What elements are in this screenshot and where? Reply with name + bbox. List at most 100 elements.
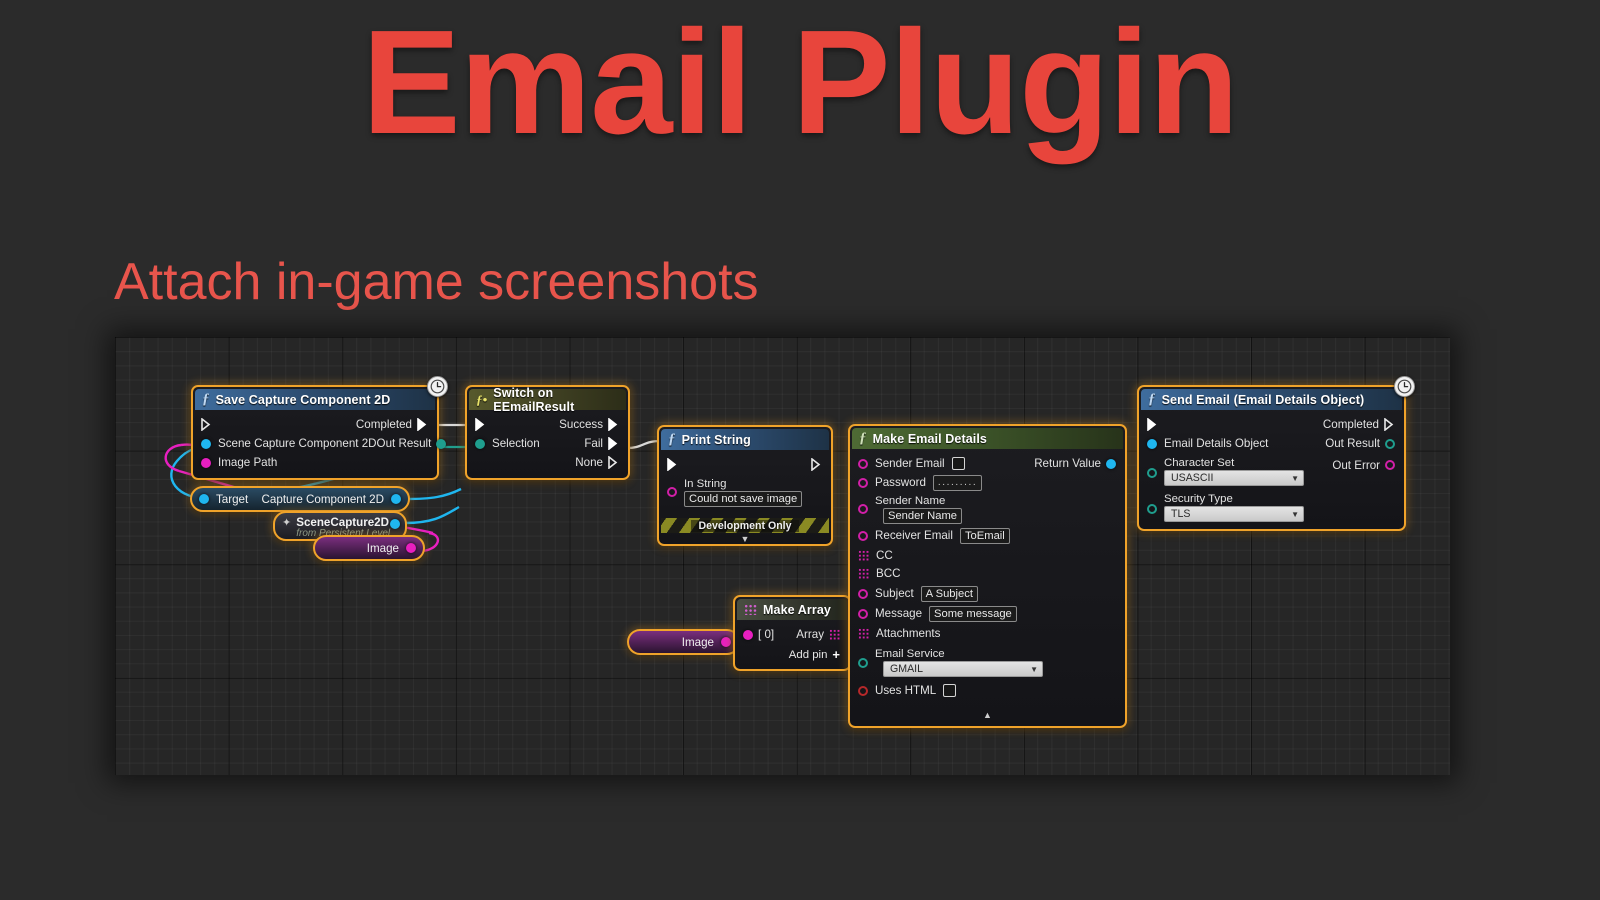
collapse-arrow-icon[interactable]: ▼ xyxy=(659,533,831,544)
string-pin-icon[interactable] xyxy=(201,457,211,468)
enum-pin-icon[interactable] xyxy=(858,658,868,668)
node-save-capture-component-2d[interactable]: ƒ Save Capture Component 2D Completed Sc… xyxy=(191,376,448,480)
pin-row[interactable]: CC xyxy=(850,545,1125,564)
character-set-dropdown[interactable]: USASCII ▼ xyxy=(1164,470,1304,486)
pin-row[interactable]: [ 0] Array xyxy=(735,625,849,644)
string-pin-icon[interactable] xyxy=(858,504,868,514)
object-pin-icon[interactable] xyxy=(199,494,209,504)
enum-pin-icon[interactable] xyxy=(436,438,447,449)
pin-row[interactable]: Character Set USASCII ▼ Out Error xyxy=(1139,453,1404,487)
enum-pin-icon[interactable] xyxy=(1385,438,1395,449)
sender-name-input[interactable]: Sender Name xyxy=(883,508,963,524)
add-pin-row[interactable]: Add pin + xyxy=(735,644,849,663)
pin-row[interactable]: Email Details Object Out Result xyxy=(1139,434,1404,453)
bool-pin-icon[interactable] xyxy=(858,685,868,696)
uses-html-checkbox[interactable] xyxy=(943,684,957,698)
object-pin-icon[interactable] xyxy=(1147,438,1157,449)
pin-row[interactable]: Sender Name Sender Name xyxy=(850,492,1125,525)
sender-email-checkbox[interactable] xyxy=(951,457,965,470)
pin-row[interactable]: Completed xyxy=(1139,415,1404,434)
pin-row[interactable]: Scene Capture Component 2D Out Result xyxy=(193,434,447,453)
knot-target-capture-component-2d[interactable]: Target Capture Component 2D xyxy=(190,486,410,512)
pin-row[interactable]: Image Path xyxy=(193,453,437,472)
pin-row[interactable]: Email Service GMAIL ▼ xyxy=(850,642,1125,678)
node-header: Make Array xyxy=(737,599,847,620)
knot-image-right[interactable]: Image xyxy=(627,629,740,655)
security-type-value: TLS xyxy=(1171,508,1191,520)
exec-out-icon[interactable] xyxy=(1384,418,1395,431)
node-send-email[interactable]: ƒ Send Email (Email Details Object) Comp… xyxy=(1137,376,1415,531)
plus-icon[interactable]: + xyxy=(832,647,840,662)
pin-row[interactable]: Uses HTML xyxy=(850,678,1125,698)
string-pin-icon[interactable] xyxy=(1385,460,1395,470)
exec-in-icon[interactable] xyxy=(1147,418,1158,431)
string-pin-icon[interactable] xyxy=(858,477,868,488)
pin-label-array: Array xyxy=(796,627,824,641)
exec-out-icon[interactable] xyxy=(608,456,619,469)
function-icon: ƒ xyxy=(859,430,867,446)
object-pin-icon[interactable] xyxy=(391,494,401,504)
chevron-down-icon: ▼ xyxy=(1291,473,1299,483)
array-pin-icon[interactable] xyxy=(858,628,869,639)
enum-pin-icon[interactable] xyxy=(1147,504,1157,514)
exec-in-icon[interactable] xyxy=(667,458,678,471)
enum-pin-icon[interactable] xyxy=(475,438,485,449)
security-type-dropdown[interactable]: TLS ▼ xyxy=(1164,506,1304,522)
pin-row[interactable]: Message Some message xyxy=(850,603,1125,623)
pin-row[interactable]: None xyxy=(467,453,628,472)
string-pin-icon[interactable] xyxy=(743,629,753,640)
receiver-email-input[interactable]: ToEmail xyxy=(959,528,1010,544)
string-pin-icon[interactable] xyxy=(406,543,416,553)
pin-row[interactable]: Receiver Email ToEmail xyxy=(850,525,1125,545)
pin-row[interactable]: BCC xyxy=(850,564,1125,583)
array-element-label: [ 0] xyxy=(758,627,775,641)
string-pin-icon[interactable] xyxy=(721,637,731,647)
pin-label-out-error: Out Error xyxy=(1332,459,1380,472)
pin-label-message: Message xyxy=(875,607,923,621)
pin-row[interactable]: Subject A Subject xyxy=(850,583,1125,603)
pin-row[interactable] xyxy=(659,455,831,474)
pin-row[interactable]: Success xyxy=(467,415,628,434)
node-make-email-details[interactable]: ƒ Make Email Details Sender Email Return… xyxy=(848,424,1127,729)
string-pin-icon[interactable] xyxy=(858,589,868,599)
object-pin-icon[interactable] xyxy=(390,519,401,529)
node-switch-on-eemailresult[interactable]: ƒ• Switch on EEmailResult Success Select… xyxy=(465,385,630,480)
pin-label-image-path: Image Path xyxy=(218,455,278,469)
enum-pin-icon[interactable] xyxy=(1147,468,1157,478)
string-pin-icon[interactable] xyxy=(858,609,868,619)
object-pin-icon[interactable] xyxy=(201,438,211,449)
pin-row[interactable]: Password ......... xyxy=(850,473,1125,492)
pin-row[interactable]: Completed xyxy=(193,415,437,434)
node-make-array[interactable]: Make Array [ 0] Array Add pin + xyxy=(733,595,851,671)
email-service-dropdown[interactable]: GMAIL ▼ xyxy=(883,661,1043,677)
pin-row[interactable]: In String Could not save image xyxy=(659,474,831,508)
blueprint-canvas[interactable]: ƒ Save Capture Component 2D Completed Sc… xyxy=(115,337,1450,775)
in-string-input[interactable]: Could not save image xyxy=(684,491,803,507)
node-title: Make Email Details xyxy=(872,431,987,446)
message-input[interactable]: Some message xyxy=(929,606,1017,622)
string-pin-icon[interactable] xyxy=(858,531,868,541)
string-pin-icon[interactable] xyxy=(858,458,868,469)
exec-out-icon[interactable] xyxy=(417,418,428,431)
knot-image-left[interactable]: Image xyxy=(313,535,425,561)
string-pin-icon[interactable] xyxy=(667,487,677,497)
pin-row[interactable]: Sender Email Return Value xyxy=(850,454,1125,473)
node-print-string[interactable]: ƒ Print String In String Could not save … xyxy=(657,425,833,546)
exec-out-icon[interactable] xyxy=(811,458,822,471)
collapse-arrow-icon[interactable]: ▲ xyxy=(850,698,1125,720)
array-pin-icon[interactable] xyxy=(858,568,869,579)
page-subtitle: Attach in-game screenshots xyxy=(114,253,759,311)
pin-row[interactable]: Security Type TLS ▼ xyxy=(1139,487,1404,523)
pin-row[interactable]: Attachments xyxy=(850,623,1125,642)
exec-in-icon[interactable] xyxy=(201,418,212,431)
exec-out-icon[interactable] xyxy=(608,437,619,450)
exec-out-icon[interactable] xyxy=(608,418,619,431)
pin-label-sender-email: Sender Email xyxy=(875,456,945,470)
pin-row[interactable]: Selection Fail xyxy=(467,434,628,453)
subject-input[interactable]: A Subject xyxy=(920,586,978,602)
array-pin-icon[interactable] xyxy=(858,550,869,561)
object-pin-icon[interactable] xyxy=(1106,458,1116,469)
password-input[interactable]: ......... xyxy=(932,474,983,491)
array-pin-icon[interactable] xyxy=(829,629,840,640)
exec-in-icon[interactable] xyxy=(475,418,486,431)
